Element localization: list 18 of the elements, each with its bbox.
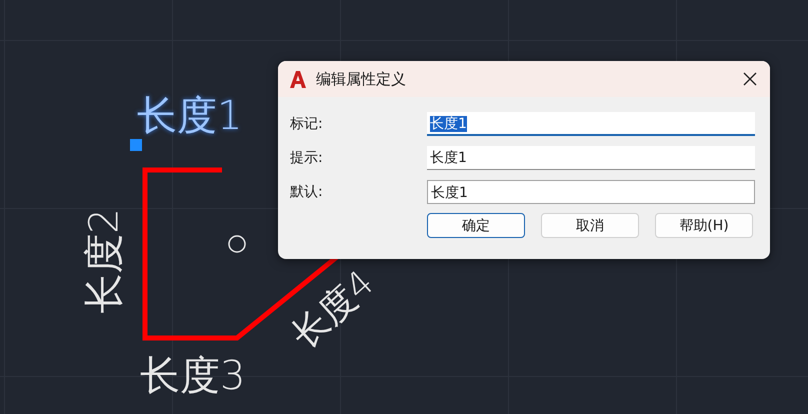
field-label: 标记: xyxy=(290,115,324,133)
close-icon xyxy=(743,72,757,86)
input-field[interactable]: 长度1 xyxy=(427,146,755,170)
dialog-button[interactable]: 帮助(H) xyxy=(655,213,753,238)
field-label: 默认: xyxy=(290,183,324,201)
drawing-text[interactable]: 长度1 xyxy=(137,92,242,140)
drawing-text[interactable]: 长度3 xyxy=(140,352,246,400)
dialog-button[interactable]: 确定 xyxy=(427,213,525,238)
input-field[interactable]: 长度1 xyxy=(427,180,755,204)
dialog-button[interactable]: 取消 xyxy=(541,213,639,238)
input-field[interactable]: 长度1 xyxy=(427,112,755,136)
field-label: 提示: xyxy=(290,149,324,167)
app-logo-icon xyxy=(289,70,307,88)
drawing-text[interactable]: 长度4 xyxy=(282,260,385,360)
grip-handle[interactable] xyxy=(130,139,142,151)
window-title: 编辑属性定义 xyxy=(316,70,407,88)
drawing-text[interactable]: 长度2 xyxy=(80,208,129,314)
circle-icon xyxy=(227,234,247,254)
